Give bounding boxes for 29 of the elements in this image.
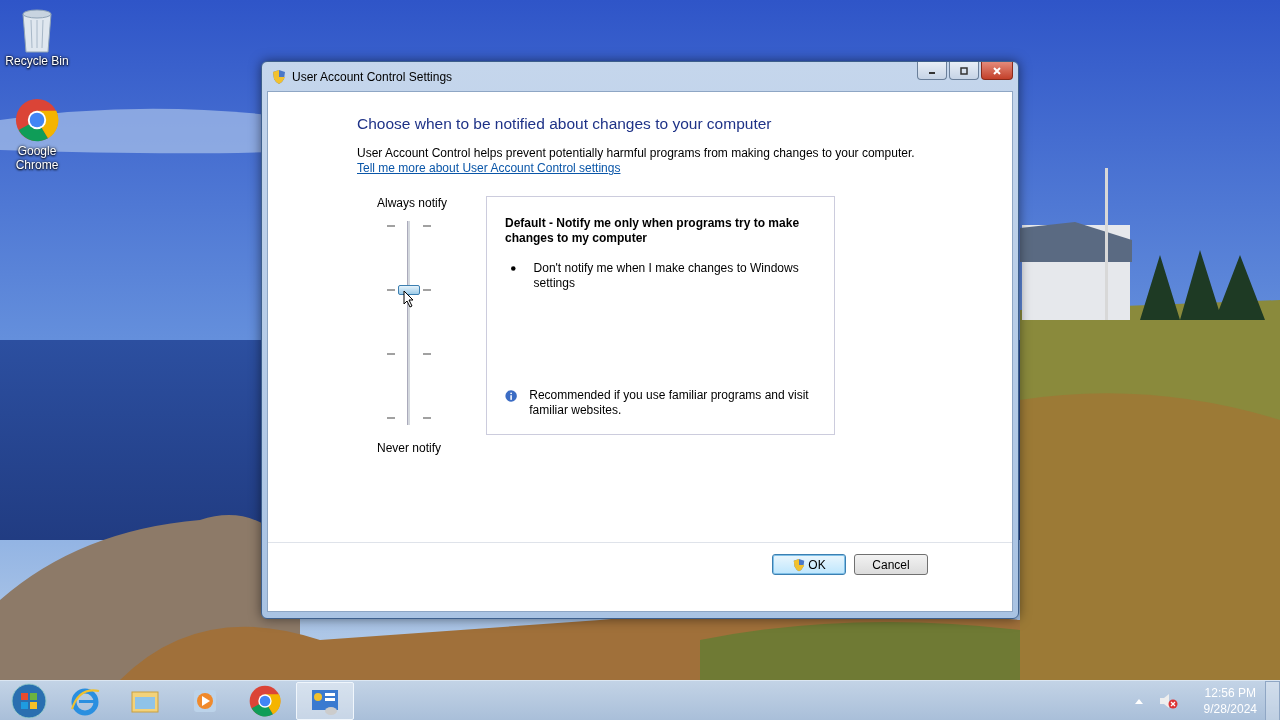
maximize-icon — [959, 66, 969, 75]
dialog-heading: Choose when to be notified about changes to your computer — [357, 114, 772, 134]
bullet-icon — [511, 266, 516, 271]
slider-bottom-label: Never notify — [377, 441, 443, 456]
recommendation-text: Recommended if you use familiar programs and visit familiar websites. — [529, 388, 810, 418]
minimize-button[interactable] — [917, 62, 947, 80]
shield-icon — [271, 68, 287, 85]
maximize-button[interactable] — [949, 62, 979, 80]
shield-icon — [792, 557, 807, 572]
slider-thumb[interactable] — [398, 285, 420, 295]
mouse-cursor-icon — [403, 290, 415, 308]
icon-label: Google Chrome — [14, 144, 60, 172]
chrome-icon[interactable] — [15, 96, 59, 144]
windows-logo-icon — [11, 682, 47, 719]
cancel-button[interactable]: Cancel — [854, 554, 928, 575]
close-icon — [992, 66, 1002, 75]
info-icon — [505, 388, 518, 404]
control-panel-button[interactable] — [296, 681, 354, 720]
close-button[interactable] — [981, 62, 1013, 80]
level-title: Default - Notify me only when programs try to make changes to my computer — [505, 216, 801, 246]
chrome-icon — [249, 684, 281, 717]
slider-top-label: Always notify — [377, 196, 449, 211]
icon-label: Recycle Bin — [4, 54, 70, 68]
volume-muted-icon[interactable] — [1157, 691, 1178, 710]
ok-button[interactable]: OK — [772, 554, 846, 575]
description-text: User Account Control helps prevent potentially harmful programs from making changes to your computer. — [357, 146, 915, 161]
bullet-text: Don't notify me when I make changes to Windows settings — [533, 261, 800, 291]
window-title: User Account Control Settings — [292, 69, 453, 84]
help-link[interactable]: Tell me more about User Account Control settings — [357, 161, 621, 176]
